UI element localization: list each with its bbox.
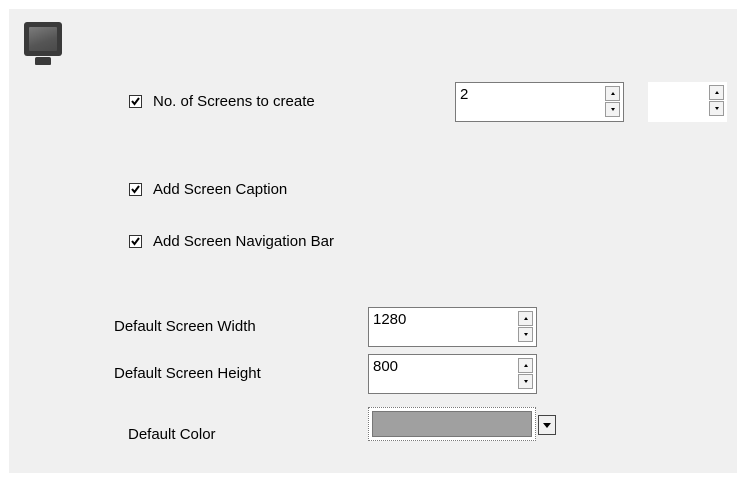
screens-secondary-down-button[interactable] <box>709 101 724 116</box>
screen-width-down-button[interactable] <box>518 327 533 342</box>
checkmark-icon <box>131 97 140 106</box>
color-swatch <box>372 411 532 437</box>
screen-height-down-button[interactable] <box>518 374 533 389</box>
screen-height-up-button[interactable] <box>518 358 533 373</box>
screen-height-value: 800 <box>373 358 399 375</box>
default-color-picker[interactable] <box>368 407 536 441</box>
screen-height-stepper[interactable]: 800 <box>368 354 537 394</box>
screen-settings-panel <box>9 9 737 473</box>
screen-width-up-button[interactable] <box>518 311 533 326</box>
screens-count-value: 2 <box>460 86 469 103</box>
screens-count-label: No. of Screens to create <box>153 93 315 110</box>
add-caption-label: Add Screen Caption <box>153 181 288 198</box>
screen-height-label: Default Screen Height <box>114 365 261 382</box>
add-navbar-checkbox[interactable] <box>129 235 142 248</box>
monitor-icon <box>24 22 64 66</box>
add-caption-checkbox[interactable] <box>129 183 142 196</box>
screens-count-checkbox[interactable] <box>129 95 142 108</box>
screen-width-value: 1280 <box>373 311 407 328</box>
screen-width-stepper[interactable]: 1280 <box>368 307 537 347</box>
add-navbar-label: Add Screen Navigation Bar <box>153 233 334 250</box>
screens-count-up-button[interactable] <box>605 86 620 101</box>
screens-secondary-up-button[interactable] <box>709 85 724 100</box>
chevron-down-icon[interactable] <box>538 415 556 435</box>
checkmark-icon <box>131 237 140 246</box>
screens-count-stepper[interactable]: 2 <box>455 82 624 122</box>
default-color-label: Default Color <box>128 426 216 443</box>
screen-width-label: Default Screen Width <box>114 318 256 335</box>
checkmark-icon <box>131 185 140 194</box>
screens-count-down-button[interactable] <box>605 102 620 117</box>
screens-secondary-stepper[interactable] <box>648 82 727 122</box>
